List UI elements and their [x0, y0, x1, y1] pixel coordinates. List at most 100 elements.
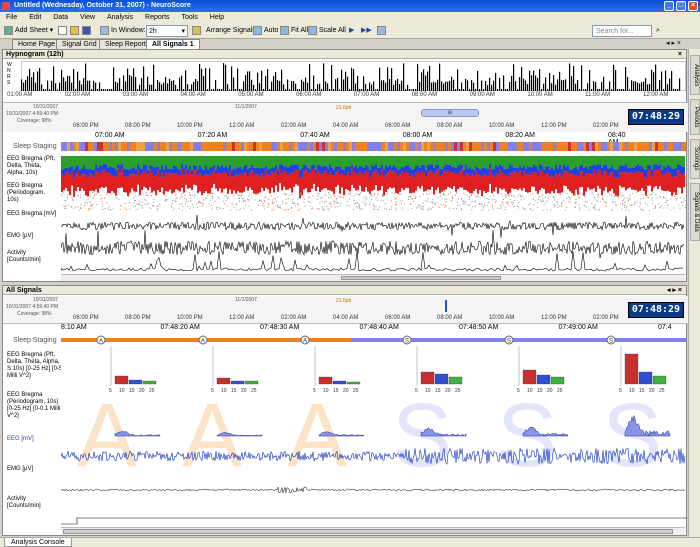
sidebar-tab-scorings[interactable]: Scorings: [690, 139, 700, 179]
bottom-scroll-thumb[interactable]: [63, 529, 673, 534]
periodogram-point: [382, 194, 384, 196]
periodogram-point: [598, 208, 600, 210]
periodogram-point: [94, 195, 96, 197]
bottom-sleep-staging-track[interactable]: AAASSSS: [61, 335, 686, 345]
pft-delta: [393, 171, 395, 188]
analysis-console-tab[interactable]: Analysis Console: [4, 538, 72, 547]
top-sleep-staging-track[interactable]: [61, 142, 686, 151]
tab-home-page[interactable]: Home Page: [12, 39, 61, 49]
hypnogram-bar: [603, 76, 605, 91]
periodogram-point: [373, 195, 375, 197]
menu-tools[interactable]: Tools: [182, 14, 198, 21]
menu-help[interactable]: Help: [210, 14, 224, 21]
sidebar-tab-periods[interactable]: Periods: [690, 99, 700, 135]
menu-reports[interactable]: Reports: [145, 14, 170, 21]
sidebar-tab-signals-data[interactable]: Signals & Data: [690, 183, 700, 241]
overview-window-slider[interactable]: ⊞: [421, 109, 479, 117]
top-signal-label-emg[interactable]: EMG [µV]: [7, 233, 57, 240]
fast-forward-icon[interactable]: ▶▶: [361, 25, 372, 37]
hypnogram-bar: [205, 68, 207, 91]
menu-data[interactable]: Data: [53, 14, 68, 21]
minimize-button[interactable]: _: [664, 1, 674, 11]
menu-file[interactable]: File: [6, 14, 17, 21]
new-icon[interactable]: [58, 25, 69, 37]
lock-icon[interactable]: [192, 25, 203, 37]
arrange-signals-button[interactable]: Arrange Signals: [206, 25, 256, 37]
periodogram-point: [488, 198, 490, 200]
top-signal-label-eeg[interactable]: EEG Bregma [mV]: [7, 211, 57, 218]
periodogram-point: [542, 200, 544, 202]
top-scroll-thumb[interactable]: [341, 276, 501, 280]
pft-delta: [313, 168, 315, 184]
hypnogram-bar: [135, 77, 137, 91]
top-stage-segment: [433, 142, 436, 151]
top-stage-segment: [640, 142, 643, 151]
pft-alpha: [341, 156, 343, 169]
periodogram-point: [198, 202, 200, 204]
hypnogram-bar: [601, 81, 603, 91]
open-icon[interactable]: [70, 25, 81, 37]
maximize-button[interactable]: □: [676, 1, 686, 11]
close-button[interactable]: ×: [688, 1, 698, 11]
menu-edit[interactable]: Edit: [29, 14, 41, 21]
top-signal-plots[interactable]: [61, 152, 686, 274]
pft-delta: [245, 172, 247, 187]
step-icon[interactable]: [377, 25, 388, 37]
tab-scroll-icon[interactable]: ◂ ▸ ×: [666, 39, 681, 47]
hypnogram-bar: [411, 89, 413, 91]
pft-alpha: [495, 156, 497, 166]
pft-alpha: [259, 156, 261, 169]
bottom-signal-label-emg[interactable]: EMG [µV]: [7, 466, 47, 473]
tab-signal-grid[interactable]: Signal Grid: [56, 39, 103, 49]
periodogram-point: [181, 196, 183, 198]
bottom-bar-axis-label: 15: [639, 388, 645, 394]
periodogram-point: [339, 205, 341, 207]
add-sheet-button[interactable]: Add Sheet ▾: [4, 25, 53, 37]
pft-theta: [683, 166, 685, 174]
in-window-select[interactable]: 2h ▾: [146, 25, 188, 37]
periodogram-point: [680, 197, 682, 199]
top-stage-segment: [283, 142, 286, 151]
search-input[interactable]: Search for...: [592, 25, 652, 37]
top-horizontal-scrollbar[interactable]: [61, 274, 685, 281]
periodogram-point: [365, 199, 367, 201]
pft-theta: [353, 167, 355, 173]
pft-alpha: [241, 156, 243, 170]
hypnogram-bar: [655, 64, 657, 91]
save-icon[interactable]: [82, 25, 93, 37]
top-signal-label-periodogram[interactable]: EEG Bregma (Periodogram, 10s): [7, 183, 57, 204]
pft-delta: [403, 172, 405, 191]
auto-button[interactable]: Auto: [253, 25, 278, 37]
periodogram-point: [250, 209, 252, 211]
bottom-signal-plots[interactable]: AAASSS5101520255101520255101520255101520…: [47, 346, 687, 526]
top-signal-label-pft[interactable]: EEG Bregma (Pft, Delta, Theta, Alpha, 10…: [7, 156, 55, 177]
sidebar-tab-analysis[interactable]: Analysis: [690, 55, 700, 95]
hypnogram-close-icon[interactable]: ×: [678, 50, 682, 59]
play-icon[interactable]: ▶: [349, 25, 354, 37]
top-signal-label-activity[interactable]: Activity [Counts/min]: [7, 250, 57, 264]
bottom-horizontal-scrollbar[interactable]: [61, 527, 685, 535]
tab-sleep-report[interactable]: Sleep Report: [99, 39, 152, 49]
menu-analysis[interactable]: Analysis: [107, 14, 133, 21]
menu-view[interactable]: View: [80, 14, 95, 21]
pft-alpha: [225, 156, 227, 167]
hypnogram-bar: [365, 84, 367, 91]
hypnogram-plot[interactable]: [21, 61, 686, 91]
scale-all-button[interactable]: Scale All: [308, 25, 346, 37]
tab-all-signals-1[interactable]: All Signals 1: [146, 39, 200, 49]
top-stage-segment: [382, 142, 385, 151]
pft-delta: [197, 175, 199, 193]
bottom-signal-label-eeg[interactable]: EEG [mV]: [7, 436, 47, 443]
fit-all-button[interactable]: Fit All: [280, 25, 308, 37]
hypnogram-bar: [287, 79, 289, 91]
search-icon[interactable]: ⌕: [656, 25, 660, 37]
periodogram-point: [656, 197, 658, 199]
bottom-overview-cursor[interactable]: [445, 300, 447, 312]
top-stage-segment: [106, 142, 109, 151]
hypnogram-bar: [149, 84, 151, 91]
periodogram-point: [509, 194, 511, 196]
bottom-close-icon[interactable]: ◂ ▸ ×: [667, 286, 682, 295]
pft-alpha: [291, 156, 293, 165]
pft-theta: [385, 165, 387, 175]
periodogram-point: [663, 207, 665, 209]
